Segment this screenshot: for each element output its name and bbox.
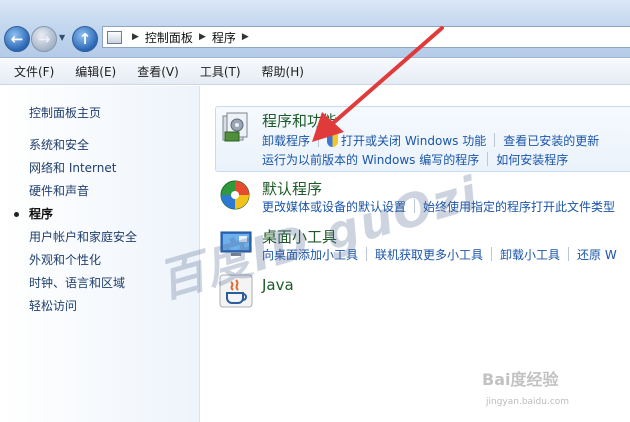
- restore-gadgets-link[interactable]: 还原 W: [577, 246, 617, 263]
- windows-features-link-label: 打开或关闭 Windows 功能: [341, 134, 487, 148]
- address-toolbar: ← → ▼ ↑ ▶ 控制面板 ▶ 程序 ▶: [0, 0, 630, 58]
- back-button[interactable]: ←: [4, 26, 30, 52]
- back-arrow-icon: ←: [10, 30, 24, 48]
- sidebar-list: 系统和安全 网络和 Internet 硬件和声音 程序 用户帐户和家庭安全 外观…: [13, 137, 137, 321]
- sidebar-item-ease-of-access[interactable]: 轻松访问: [29, 298, 137, 321]
- sidebar-item-hardware-sound[interactable]: 硬件和声音: [29, 183, 137, 206]
- windows-features-link[interactable]: 打开或关闭 Windows 功能: [327, 132, 486, 149]
- sidebar-item-user-accounts[interactable]: 用户帐户和家庭安全: [29, 229, 137, 252]
- menu-view[interactable]: 查看(V): [133, 61, 183, 82]
- up-arrow-icon: ↑: [78, 30, 92, 48]
- sidebar-item-network[interactable]: 网络和 Internet: [29, 160, 137, 183]
- breadcrumb-control-panel[interactable]: 控制面板: [145, 29, 193, 46]
- how-to-install-link[interactable]: 如何安装程序: [496, 151, 568, 168]
- menu-edit[interactable]: 编辑(E): [71, 61, 120, 82]
- address-bar[interactable]: ▶ 控制面板 ▶ 程序 ▶: [102, 26, 630, 48]
- menu-tools[interactable]: 工具(T): [196, 61, 245, 82]
- sidebar-home-link[interactable]: 控制面板主页: [29, 104, 101, 121]
- link-divider: [494, 133, 496, 147]
- breadcrumb-separator-icon[interactable]: ▶: [132, 32, 139, 42]
- forward-button[interactable]: →: [31, 26, 57, 52]
- recent-pages-chevron-down-icon[interactable]: ▼: [59, 33, 65, 42]
- programs-links-row2: 运行为以前版本的 Windows 编写的程序 如何安装程序: [262, 151, 568, 168]
- menu-help[interactable]: 帮助(H): [258, 61, 308, 82]
- breadcrumb-separator-icon[interactable]: ▶: [242, 32, 249, 42]
- link-divider: [487, 152, 489, 166]
- menu-file[interactable]: 文件(F): [10, 61, 58, 82]
- programs-links-row1: 卸载程序 打开或关闭 Windows 功能 查看已安装的更新: [262, 132, 599, 149]
- menu-bar: 文件(F) 编辑(E) 查看(V) 工具(T) 帮助(H): [0, 59, 630, 85]
- link-divider: [318, 133, 320, 147]
- installed-updates-link[interactable]: 查看已安装的更新: [503, 132, 599, 149]
- default-programs-title[interactable]: 默认程序: [262, 178, 322, 199]
- baidu-jingyan-url: jingyan.baidu.com: [486, 397, 570, 407]
- forward-arrow-icon: →: [37, 30, 51, 48]
- control-panel-icon: [107, 30, 122, 44]
- baidu-jingyan-logo: Bai度经验: [482, 370, 559, 389]
- programs-features-icon: [222, 112, 248, 142]
- breadcrumb-separator-icon[interactable]: ▶: [199, 32, 206, 42]
- uninstall-gadget-link[interactable]: 卸载小工具: [500, 246, 560, 263]
- up-level-button[interactable]: ↑: [72, 26, 98, 52]
- sidebar-item-programs[interactable]: 程序: [13, 206, 137, 229]
- sidebar-item-appearance[interactable]: 外观和个性化: [29, 252, 137, 275]
- link-divider: [491, 247, 493, 261]
- sidebar-item-system-security[interactable]: 系统和安全: [29, 137, 137, 160]
- get-more-gadgets-link[interactable]: 联机获取更多小工具: [375, 246, 483, 263]
- link-divider: [568, 247, 570, 261]
- uninstall-program-link[interactable]: 卸载程序: [262, 132, 310, 149]
- breadcrumb-programs[interactable]: 程序: [212, 29, 236, 46]
- uac-shield-icon: [327, 134, 339, 147]
- default-programs-icon: [220, 180, 250, 210]
- sidebar-item-clock-region[interactable]: 时钟、语言和区域: [29, 275, 137, 298]
- programs-features-title[interactable]: 程序和功能: [262, 110, 337, 131]
